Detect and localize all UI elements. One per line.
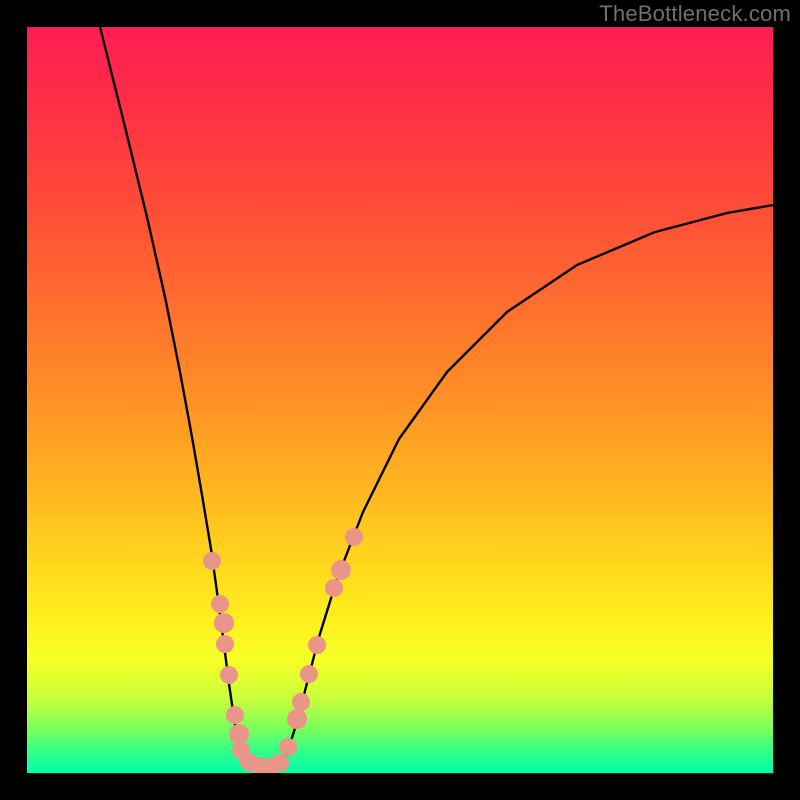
plot-area [27, 27, 773, 773]
data-dot [279, 738, 297, 756]
data-dot [211, 595, 229, 613]
data-dot [325, 579, 343, 597]
watermark-text: TheBottleneck.com [599, 1, 791, 27]
data-dot [331, 560, 351, 580]
data-dot [300, 665, 318, 683]
data-dot [214, 613, 234, 633]
stage: TheBottleneck.com [0, 0, 800, 800]
data-dot [220, 666, 238, 684]
data-dot [229, 724, 249, 744]
data-dot [271, 754, 289, 772]
data-dot [203, 552, 221, 570]
data-dots [203, 528, 363, 773]
data-dot [287, 709, 307, 729]
chart-svg [27, 27, 773, 773]
data-dot [308, 636, 326, 654]
data-dot [292, 693, 310, 711]
data-dot [345, 528, 363, 546]
bottleneck-curve [100, 27, 773, 768]
data-dot [216, 635, 234, 653]
data-dot [226, 706, 244, 724]
